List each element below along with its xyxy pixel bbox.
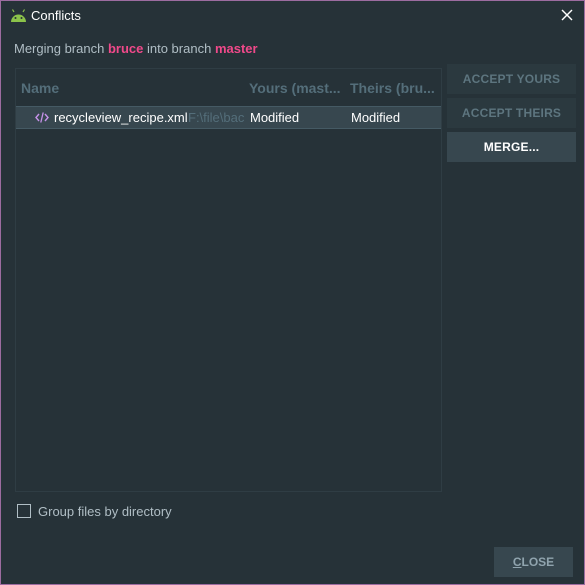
table-row[interactable]: recycleview_recipe.xml F:\file\bac Modif… [16, 106, 441, 129]
group-by-directory-checkbox[interactable] [17, 504, 31, 518]
source-branch: bruce [107, 41, 144, 56]
merge-description: Merging branch bruce into branch master [14, 41, 258, 57]
column-header-name[interactable]: Name [21, 80, 241, 96]
window-title: Conflicts [31, 8, 81, 23]
file-name: recycleview_recipe.xml [54, 110, 188, 125]
conflicts-table[interactable]: Name Yours (mast... Theirs (bru... recyc… [15, 68, 442, 492]
conflicts-dialog: Conflicts Merging branch bruce into bran… [0, 0, 585, 585]
merge-middle: into branch [146, 41, 212, 56]
accept-theirs-button[interactable]: ACCEPT THEIRS [447, 98, 576, 128]
merge-prefix: Merging branch [14, 41, 105, 56]
column-header-theirs[interactable]: Theirs (bru... [350, 80, 438, 96]
close-button-mnemonic: C [512, 555, 522, 569]
xml-code-icon [35, 112, 49, 123]
close-button-label: LOSE [521, 555, 555, 569]
close-button[interactable]: CLOSE [494, 547, 573, 577]
yours-status: Modified [250, 110, 300, 125]
group-by-directory-label: Group files by directory [38, 504, 172, 519]
theirs-status: Modified [351, 110, 401, 125]
android-icon [11, 9, 26, 22]
column-header-yours[interactable]: Yours (mast... [249, 80, 344, 96]
merge-button[interactable]: MERGE... [447, 132, 576, 162]
close-icon[interactable] [559, 7, 575, 23]
title-bar[interactable]: Conflicts [1, 1, 584, 31]
table-header: Name Yours (mast... Theirs (bru... [16, 69, 441, 105]
target-branch: master [214, 41, 258, 56]
file-path: F:\file\bac [188, 110, 245, 125]
accept-yours-button[interactable]: ACCEPT YOURS [447, 64, 576, 94]
